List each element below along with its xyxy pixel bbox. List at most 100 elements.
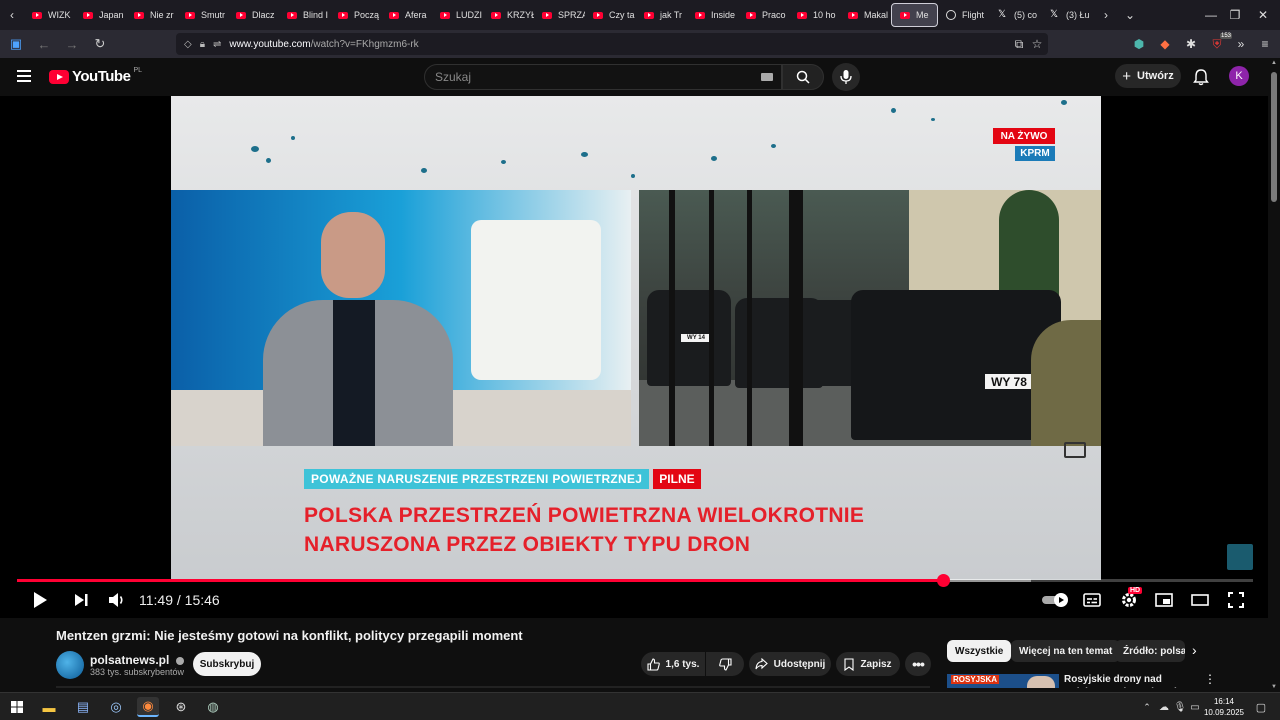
youtube-favicon-icon [695, 11, 705, 19]
reload-icon[interactable]: ↻ [88, 32, 112, 56]
fox-extension-icon[interactable]: ◆ [1154, 33, 1176, 55]
browser-tab[interactable]: Blind I [279, 3, 330, 27]
ublock-extension-icon[interactable]: ⛨ 153 [1206, 33, 1232, 55]
chip-all[interactable]: Wszystkie [947, 640, 1012, 662]
page-scrollbar[interactable]: ▲ ▼ [1268, 58, 1280, 692]
back-arrow-icon[interactable]: ← [32, 32, 56, 56]
browser-tab[interactable]: Afera [381, 3, 432, 27]
search-input[interactable]: Szukaj [424, 64, 782, 90]
picture-in-picture-icon[interactable] [1064, 442, 1086, 458]
browser-tab-active[interactable]: Me ✕ [891, 3, 938, 27]
browser-tab[interactable]: Smutr [177, 3, 228, 27]
share-button[interactable]: Udostępnij [749, 652, 831, 676]
channel-watermark-icon[interactable] [1227, 544, 1253, 570]
subscribe-button[interactable]: Subskrybuj [193, 652, 261, 676]
address-bar[interactable]: ◇ 🔒︎ ⇌ www.youtube.com/watch?v=FKhgmzm6-… [176, 33, 1048, 55]
next-icon [75, 594, 88, 606]
create-button[interactable]: + Utwórz [1115, 64, 1181, 88]
list-all-tabs-chevron-icon[interactable]: ⌄ [1118, 8, 1142, 22]
miniplayer-icon [1155, 593, 1173, 607]
video-player[interactable]: NA ŻYWO KPRM WY 14 WY 78 POWAŻNE NARUSZE… [0, 96, 1268, 618]
scroll-up-arrow-icon[interactable]: ▲ [1271, 60, 1277, 66]
browser-tab[interactable]: Praco [738, 3, 789, 27]
permissions-icon[interactable]: ⇌ [213, 39, 221, 50]
tracking-shield-icon[interactable]: ◇ [184, 39, 192, 50]
paint-splatter [501, 160, 506, 164]
like-button[interactable]: 1,6 tys. [641, 652, 705, 676]
browser-tab[interactable]: jak Tr [636, 3, 687, 27]
browser-tab[interactable]: WIZK [24, 3, 75, 27]
start-windows-icon[interactable] [6, 697, 28, 717]
obs-icon[interactable]: ⊛ [170, 697, 192, 717]
youtube-logo[interactable]: YouTube PL [49, 67, 142, 85]
system-clock[interactable]: 16:14 10.09.2025 [1202, 696, 1246, 718]
tab-scroll-right-button[interactable]: › [1094, 8, 1118, 22]
forward-arrow-icon[interactable]: → [60, 32, 84, 56]
chips-next-chevron-icon[interactable]: › [1192, 642, 1197, 658]
subtitles-button[interactable] [1082, 590, 1102, 610]
channel-name[interactable]: polsatnews.pl [90, 653, 184, 667]
sidebar-toggle-icon[interactable]: ▣ [4, 32, 28, 56]
next-button[interactable] [71, 590, 91, 610]
browser-tab[interactable]: SPRZA [534, 3, 585, 27]
miniplayer-button[interactable] [1153, 590, 1175, 610]
more-actions-button[interactable]: ••• [905, 652, 931, 676]
theater-mode-button[interactable] [1189, 590, 1211, 610]
close-window-button[interactable]: ✕ [1240, 0, 1280, 30]
scrubber-handle[interactable] [936, 574, 950, 587]
channel-avatar[interactable] [56, 651, 84, 679]
scroll-down-arrow-icon[interactable]: ▼ [1271, 684, 1277, 690]
browser-tab[interactable]: Nie zr [126, 3, 177, 27]
overflow-chevron-icon[interactable]: » [1230, 33, 1252, 55]
chip-source[interactable]: Źródło: polsa [1115, 640, 1185, 662]
breaking-label: PILNE [653, 469, 701, 489]
browser-tab[interactable]: 𝕏 (3) Łu [1042, 3, 1094, 27]
recommended-video-title[interactable]: Rosyjskie drony nad Polską. Co się wydar… [1064, 673, 1198, 688]
recommendation-menu-icon[interactable]: ⋮ [1204, 672, 1216, 686]
notifications-icon[interactable]: ▢ [1250, 697, 1272, 717]
browser-tab[interactable]: Makal [840, 3, 891, 27]
app-menu-icon[interactable]: ≡ [1254, 33, 1276, 55]
search-button[interactable] [782, 64, 824, 90]
tab-title: LUDZI [456, 10, 483, 20]
fullscreen-button[interactable] [1225, 590, 1247, 610]
url-text[interactable]: www.youtube.com/watch?v=FKhgmzm6-rk [229, 39, 418, 50]
browser-tab[interactable]: Flight [938, 3, 990, 27]
guide-menu-icon[interactable] [17, 70, 31, 82]
autoplay-toggle[interactable] [1041, 590, 1071, 610]
firefox-icon[interactable]: ◉ [137, 697, 159, 717]
mute-button[interactable] [106, 590, 128, 610]
video-frame[interactable]: NA ŻYWO KPRM WY 14 WY 78 POWAŻNE NARUSZE… [171, 96, 1101, 580]
tab-title: Smutr [201, 10, 226, 20]
voice-search-button[interactable] [832, 63, 860, 91]
recommended-video-thumbnail[interactable]: ROSYJSKA [947, 674, 1059, 688]
steam-icon[interactable]: ◎ [105, 697, 127, 717]
browser-tab[interactable]: Inside [687, 3, 738, 27]
browser-tab[interactable]: 10 ho [789, 3, 840, 27]
bookmark-star-icon[interactable]: ☆ [1026, 33, 1048, 55]
dislike-button[interactable] [706, 652, 744, 676]
browser-tab[interactable]: Japan [75, 3, 126, 27]
browser-tab[interactable]: LUDZI [432, 3, 483, 27]
chip-related[interactable]: Więcej na ten temat [1011, 640, 1121, 662]
app-window-icon[interactable]: ▤ [72, 697, 94, 717]
browser-tab[interactable]: KRZYŁ [483, 3, 534, 27]
notifications-bell-icon[interactable] [1191, 67, 1211, 87]
account-avatar[interactable]: K [1229, 66, 1249, 86]
play-button[interactable] [30, 590, 50, 610]
scrollbar-thumb[interactable] [1271, 72, 1277, 202]
vpn-extension-icon[interactable]: ⬢ [1128, 33, 1150, 55]
lock-icon[interactable]: 🔒︎ [200, 39, 205, 50]
save-button[interactable]: Zapisz [836, 652, 900, 676]
app-icon[interactable]: ◍ [202, 697, 224, 717]
browser-tab[interactable]: Dlacz [228, 3, 279, 27]
tab-scroll-left-button[interactable]: ‹ [0, 8, 24, 22]
extensions-puzzle-icon[interactable]: ✱ [1180, 33, 1202, 55]
browser-tab[interactable]: Począ [330, 3, 381, 27]
browser-tab[interactable]: 𝕏 (5) co [990, 3, 1042, 27]
browser-tab[interactable]: Czy ta [585, 3, 636, 27]
settings-button[interactable]: HD [1118, 587, 1143, 610]
keyboard-icon[interactable] [761, 73, 773, 81]
progress-bar[interactable] [17, 574, 1253, 587]
file-explorer-icon[interactable]: ▬ [38, 697, 60, 717]
